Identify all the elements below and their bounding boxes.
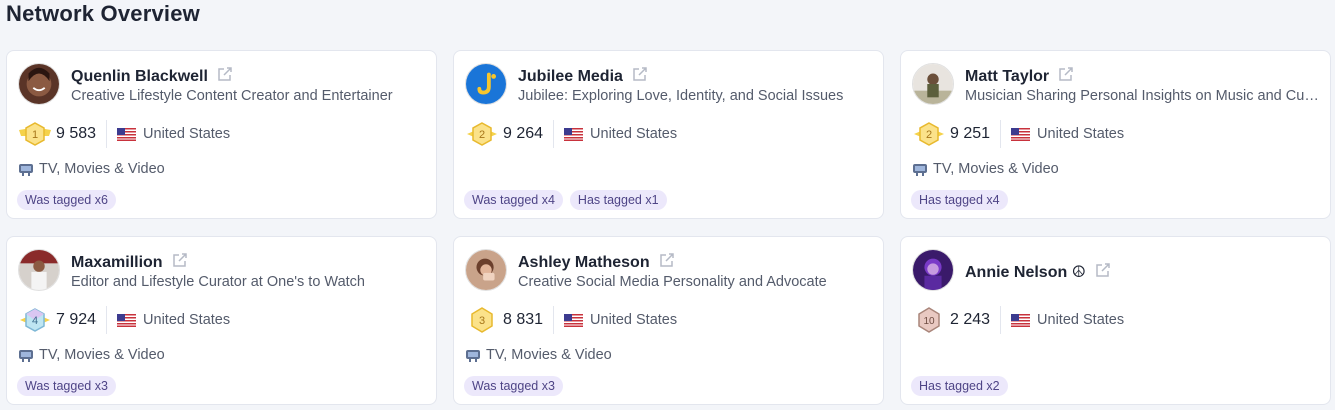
tag[interactable]: Was tagged x6 [17,190,116,210]
category-label: TV, Movies & Video [39,347,165,363]
stats-row: 1 9 583 United States [17,120,230,148]
category: TV, Movies & Video [18,161,165,177]
profile-description: Creative Social Media Personality and Ad… [518,274,827,290]
profile-name[interactable]: Quenlin Blackwell [71,65,234,86]
rank-number: 1 [32,129,38,141]
profile-name[interactable]: Maxamillion [71,251,189,272]
country: United States [590,126,678,142]
tv-icon [912,162,928,176]
rank-number: 4 [32,315,38,327]
profile-name[interactable]: Matt Taylor [965,65,1075,86]
stats-row: 3 8 831 United States [464,306,677,334]
rank-badge-gold-icon: 3 [464,306,500,334]
us-flag-icon [117,313,137,327]
avatar[interactable] [912,63,954,105]
category-label: TV, Movies & Video [486,347,612,363]
profile-card[interactable]: Annie Nelson ☮ 10 2 243 United States Ha… [900,236,1331,405]
avatar[interactable] [18,249,60,291]
profile-description: Jubilee: Exploring Love, Identity, and S… [518,88,844,104]
score: 7 924 [56,306,108,334]
tv-icon [18,348,34,362]
score: 8 831 [503,306,555,334]
tags: Has tagged x2 [911,376,1008,396]
profile-description: Editor and Lifestyle Curator at One's to… [71,274,365,290]
profile-card[interactable]: Jubilee Media Jubilee: Exploring Love, I… [453,50,884,219]
stats-row: 2 9 251 United States [911,120,1124,148]
stats-row: 2 9 264 United States [464,120,677,148]
rank-badge-gold-wings-icon: 1 [17,120,53,148]
profile-description: Creative Lifestyle Content Creator and E… [71,88,393,104]
tag[interactable]: Has tagged x1 [569,190,667,210]
profile-card[interactable]: Maxamillion Editor and Lifestyle Curator… [6,236,437,405]
country: United States [590,312,678,328]
category-label: TV, Movies & Video [933,161,1059,177]
tv-icon [465,348,481,362]
us-flag-icon [564,313,584,327]
avatar[interactable] [465,63,507,105]
country: United States [1037,126,1125,142]
page-title: Network Overview [6,1,200,26]
external-link-icon[interactable] [1094,261,1112,279]
category-label: TV, Movies & Video [39,161,165,177]
score: 9 251 [950,120,1002,148]
us-flag-icon [564,127,584,141]
rank-number: 2 [479,129,485,141]
category: TV, Movies & Video [18,347,165,363]
tag[interactable]: Was tagged x4 [464,190,563,210]
country: United States [143,312,231,328]
score: 2 243 [950,306,1002,334]
tag[interactable]: Has tagged x2 [911,376,1008,396]
profile-card[interactable]: Quenlin Blackwell Creative Lifestyle Con… [6,50,437,219]
external-link-icon[interactable] [1057,65,1075,83]
external-link-icon[interactable] [658,251,676,269]
rank-number: 10 [923,316,935,327]
avatar[interactable] [465,249,507,291]
rank-badge-bronze-icon: 10 [911,306,947,334]
tags: Was tagged x6 [17,190,116,210]
rank-number: 3 [479,315,485,327]
category: TV, Movies & Video [465,347,612,363]
category: TV, Movies & Video [912,161,1059,177]
tags: Was tagged x4 Has tagged x1 [464,190,667,210]
us-flag-icon [1011,313,1031,327]
external-link-icon[interactable] [631,65,649,83]
external-link-icon[interactable] [171,251,189,269]
us-flag-icon [117,127,137,141]
score: 9 583 [56,120,108,148]
profile-name[interactable]: Ashley Matheson [518,251,676,272]
rank-badge-gold-icon: 2 [464,120,500,148]
rank-number: 2 [926,129,932,141]
tv-icon [18,162,34,176]
tags: Was tagged x3 [464,376,563,396]
stats-row: 4 7 924 United States [17,306,230,334]
tag[interactable]: Was tagged x3 [17,376,116,396]
rank-badge-gold-icon: 2 [911,120,947,148]
tags: Has tagged x4 [911,190,1008,210]
tags: Was tagged x3 [17,376,116,396]
rank-badge-diamond-icon: 4 [17,306,53,334]
country: United States [143,126,231,142]
profile-card[interactable]: Matt Taylor Musician Sharing Personal In… [900,50,1331,219]
score: 9 264 [503,120,555,148]
stats-row: 10 2 243 United States [911,306,1124,334]
avatar[interactable] [912,249,954,291]
tag[interactable]: Was tagged x3 [464,376,563,396]
country: United States [1037,312,1125,328]
us-flag-icon [1011,127,1031,141]
external-link-icon[interactable] [216,65,234,83]
profile-name[interactable]: Annie Nelson ☮ [965,261,1112,282]
profile-description: Musician Sharing Personal Insights on Mu… [965,88,1320,104]
tag[interactable]: Has tagged x4 [911,190,1008,210]
avatar[interactable] [18,63,60,105]
profile-name[interactable]: Jubilee Media [518,65,649,86]
profile-card[interactable]: Ashley Matheson Creative Social Media Pe… [453,236,884,405]
